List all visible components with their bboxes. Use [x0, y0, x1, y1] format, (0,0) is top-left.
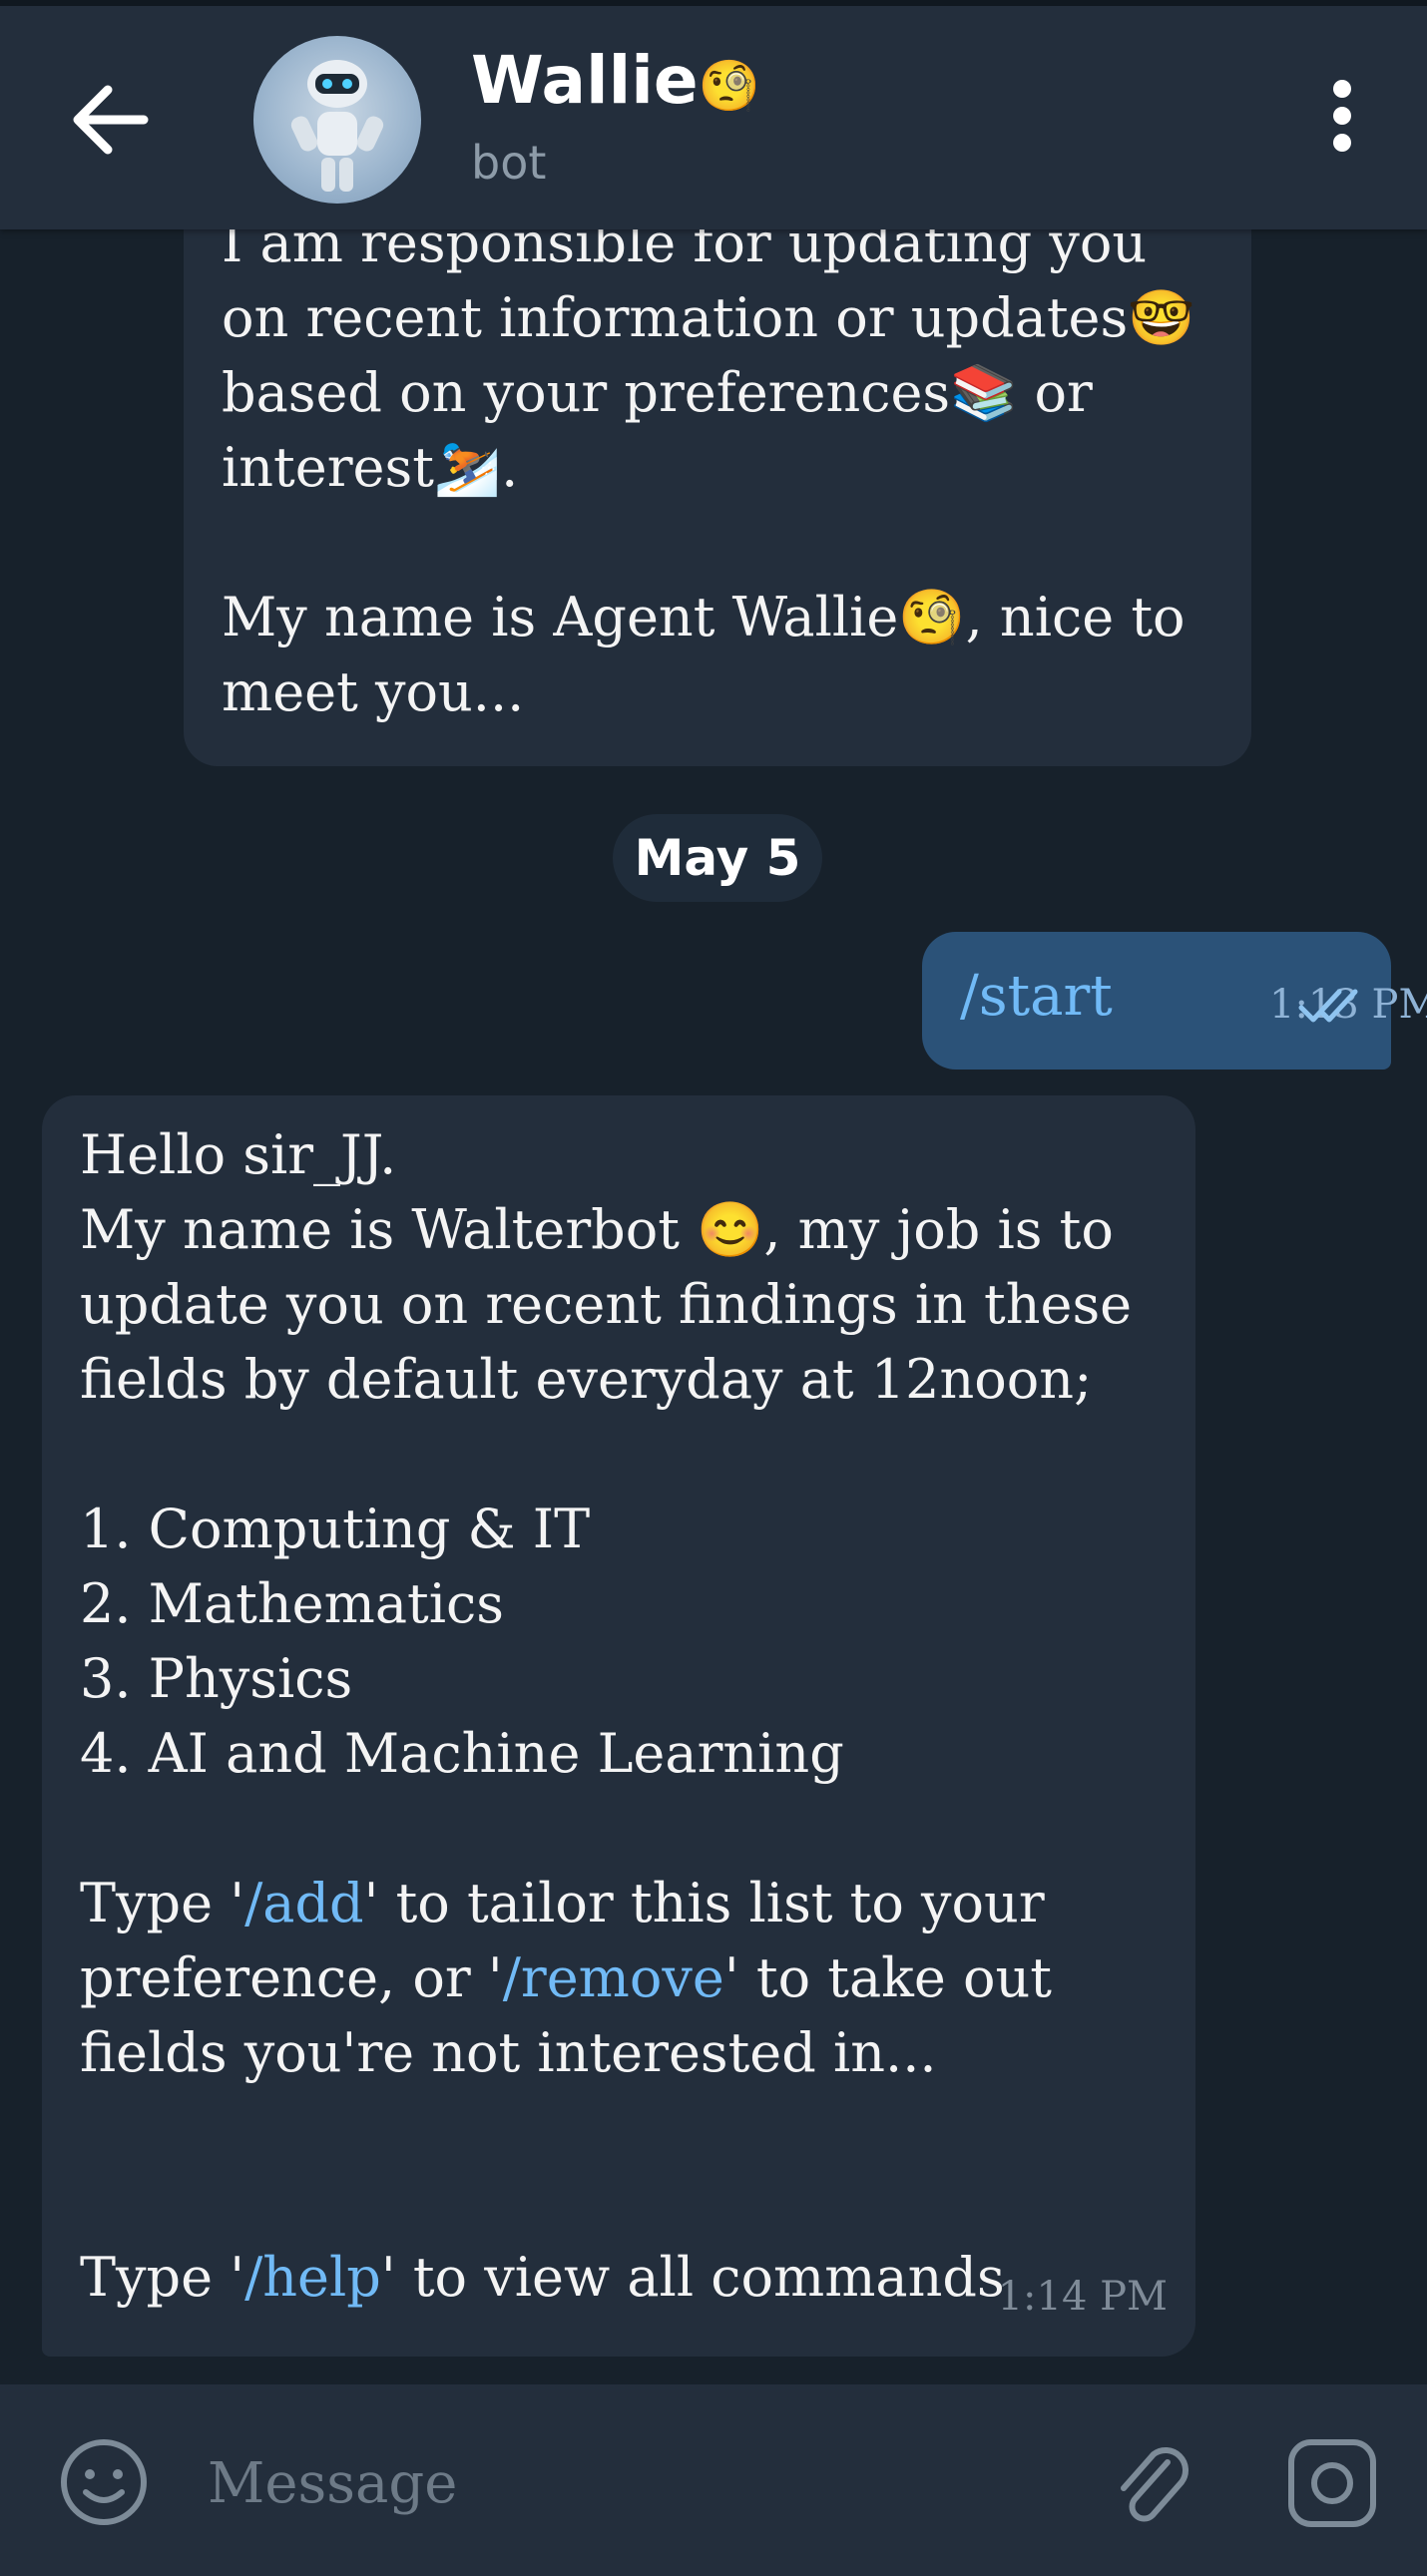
remove-command-link[interactable]: /remove: [503, 1946, 724, 2009]
arrow-left-icon: [73, 85, 149, 155]
more-menu-button[interactable]: [1317, 80, 1367, 160]
back-button[interactable]: [60, 70, 160, 170]
message-line: [222, 505, 1194, 580]
message-line: My name is Walterbot 😊, my job is to: [80, 1198, 1114, 1261]
message-input[interactable]: [206, 2442, 1008, 2524]
message-line: Type '/help' to view all commands: [80, 2246, 1005, 2309]
field-list-item: 1. Computing & IT: [80, 1498, 591, 1560]
field-list-item: 4. AI and Machine Learning: [80, 1722, 844, 1785]
emoji-button[interactable]: [58, 2436, 150, 2528]
chat-header: Wallie🧐 bot: [0, 0, 1427, 229]
paperclip-icon: [1121, 2447, 1189, 2522]
field-list-item: 2. Mathematics: [80, 1572, 504, 1635]
message-line: Type '/add' to tailor this list to your: [80, 1872, 1045, 1934]
more-vertical-icon: [1317, 80, 1367, 152]
message-bubble-incoming[interactable]: Hello sir_JJ. My name is Walterbot 😊, my…: [42, 1095, 1195, 2357]
smile-icon: [61, 2439, 147, 2525]
chat-title[interactable]: Wallie🧐: [471, 42, 760, 119]
message-line: on recent information or updates🤓: [222, 286, 1195, 349]
monocle-emoji: 🧐: [698, 57, 760, 115]
camera-button[interactable]: [1285, 2436, 1379, 2530]
message-bubble-incoming[interactable]: I am responsible for updating you on rec…: [184, 229, 1251, 766]
message-line: My name is Agent Wallie🧐, nice to: [222, 586, 1186, 648]
add-command-link[interactable]: /add: [244, 1872, 364, 1934]
field-list-item: 3. Physics: [80, 1647, 353, 1710]
start-command-link[interactable]: /start: [960, 962, 1113, 1032]
help-command-link[interactable]: /help: [244, 2246, 381, 2309]
message-line: preference, or '/remove' to take out: [80, 1946, 1052, 2009]
bot-avatar[interactable]: [253, 36, 421, 204]
message-line: fields you're not interested in...: [80, 2021, 937, 2084]
message-line: I am responsible for updating you: [222, 229, 1148, 274]
attach-button[interactable]: [1106, 2432, 1195, 2532]
camera-icon: [1288, 2439, 1376, 2527]
message-line: Hello sir_JJ.: [80, 1123, 397, 1186]
message-line: meet you...: [222, 660, 525, 723]
message-bubble-outgoing[interactable]: /start 1:13 PM: [922, 932, 1427, 1070]
message-composer: [0, 2384, 1427, 2576]
date-divider: May 5: [613, 814, 822, 902]
chat-subtitle: bot: [471, 136, 547, 190]
message-line: update you on recent findings in these: [80, 1273, 1133, 1336]
double-check-icon: [1298, 989, 1358, 1023]
message-line: interest⛷️.: [222, 436, 519, 499]
message-list[interactable]: I am responsible for updating you on rec…: [0, 229, 1427, 2384]
message-time: 1:14 PM: [997, 2274, 1168, 2320]
message-line: fields by default everyday at 12noon;: [80, 1348, 1093, 1411]
message-line: based on your preferences📚 or: [222, 361, 1093, 424]
